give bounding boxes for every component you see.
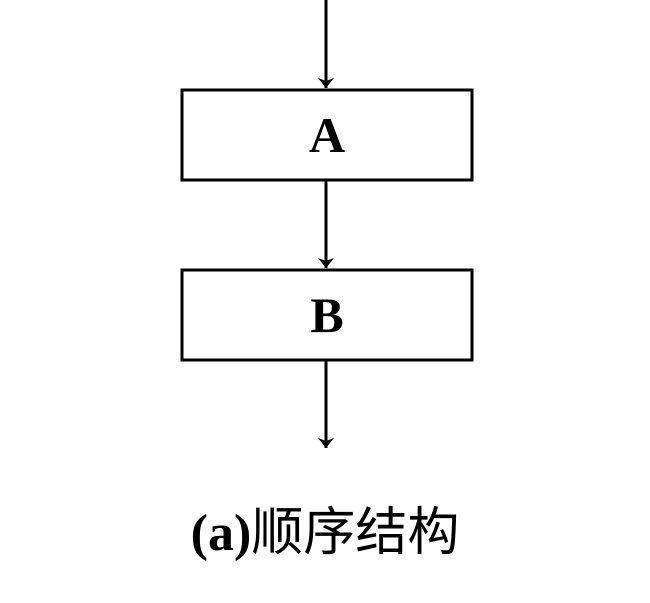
figure-caption-title: 顺序结构 — [251, 503, 460, 563]
process-box-a-label: A — [309, 107, 345, 163]
process-box-b: B — [180, 268, 474, 362]
figure-caption-prefix: (a) — [190, 505, 252, 562]
process-box-b-label: B — [310, 287, 343, 343]
figure-caption: (a)顺序结构 — [0, 498, 650, 569]
process-box-a: A — [180, 88, 474, 182]
